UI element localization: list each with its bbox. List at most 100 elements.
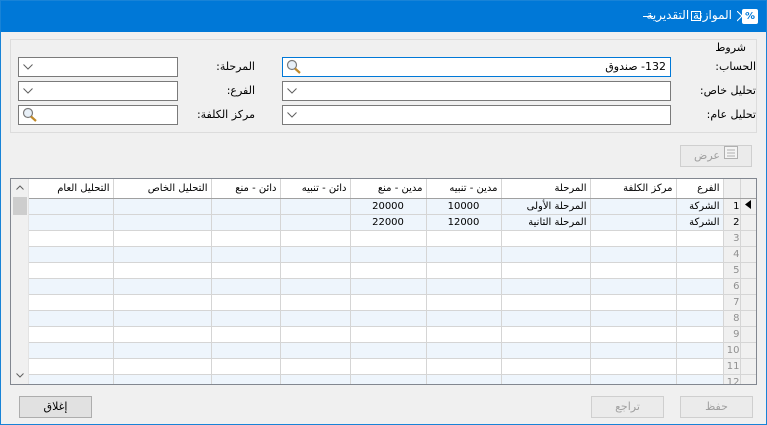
chevron-down-icon[interactable] [19,58,37,76]
table-cell[interactable] [590,262,677,279]
table-row[interactable]: 3 [29,230,756,247]
table-cell[interactable] [211,294,281,311]
table-cell[interactable] [676,358,724,375]
cell-stage[interactable]: المرحلة الأولى [501,198,591,215]
table-cell[interactable] [211,310,281,327]
column-header[interactable]: الفرع [676,179,724,199]
table-cell[interactable] [426,310,502,327]
column-header[interactable]: مدين - منع [350,179,427,199]
cell-branch[interactable]: الشركة [676,198,724,215]
table-cell[interactable] [590,342,677,359]
table-cell[interactable] [590,310,677,327]
undo-button[interactable]: تراجع [591,396,664,418]
table-cell[interactable] [211,326,281,343]
table-cell[interactable] [676,310,724,327]
table-cell[interactable] [211,358,281,375]
column-header[interactable]: التحليل العام [29,179,114,199]
table-cell[interactable] [426,294,502,311]
table-cell[interactable] [350,294,427,311]
table-cell[interactable] [501,278,591,295]
table-cell[interactable] [676,262,724,279]
table-cell[interactable] [280,342,351,359]
table-cell[interactable] [350,326,427,343]
table-row[interactable]: 4 [29,246,756,263]
table-cell[interactable] [426,342,502,359]
table-cell[interactable] [29,294,114,311]
table-cell[interactable] [590,230,677,247]
table-row[interactable]: 11 [29,358,756,375]
cell-stage[interactable]: المرحلة الثانية [501,214,591,231]
cell-general-analysis[interactable] [29,214,114,231]
table-cell[interactable] [211,246,281,263]
table-cell[interactable] [113,374,212,384]
table-cell[interactable] [29,310,114,327]
close-button[interactable]: إغلاق [19,396,92,418]
cell-credit-block[interactable] [211,214,281,231]
table-cell[interactable] [501,262,591,279]
chevron-down-icon[interactable] [19,82,37,100]
cell-debit-warn[interactable]: 12000 [426,214,502,231]
scroll-up-button[interactable] [11,179,29,196]
table-cell[interactable] [113,310,212,327]
table-cell[interactable] [501,310,591,327]
table-row[interactable]: 2 الشركة المرحلة الثانية 12000 22000 [29,214,756,231]
table-cell[interactable] [211,262,281,279]
table-row[interactable]: 10 [29,342,756,359]
table-cell[interactable] [280,374,351,384]
table-cell[interactable] [590,374,677,384]
table-cell[interactable] [426,358,502,375]
table-row[interactable]: 12 [29,374,756,384]
column-header[interactable]: مدين - تنبيه [426,179,502,199]
search-icon[interactable] [21,107,39,123]
budget-grid[interactable]: الفرع مركز الكلفة المرحلة مدين - تنبيه م… [10,178,757,385]
table-cell[interactable] [426,262,502,279]
table-cell[interactable] [350,262,427,279]
table-cell[interactable] [350,358,427,375]
table-cell[interactable] [501,230,591,247]
table-cell[interactable] [676,230,724,247]
minimize-button[interactable] [625,1,671,32]
general-analysis-combo[interactable] [282,105,671,125]
table-cell[interactable] [280,310,351,327]
table-cell[interactable] [590,294,677,311]
scroll-down-button[interactable] [11,367,29,384]
table-cell[interactable] [426,246,502,263]
table-cell[interactable] [113,278,212,295]
stage-combo[interactable] [18,57,178,77]
table-cell[interactable] [426,326,502,343]
table-cell[interactable] [29,374,114,384]
cell-debit-block[interactable]: 20000 [350,198,427,215]
chevron-down-icon[interactable] [283,82,301,100]
table-cell[interactable] [29,262,114,279]
table-cell[interactable] [350,374,427,384]
table-cell[interactable] [501,246,591,263]
search-icon[interactable] [285,59,303,75]
table-cell[interactable] [211,278,281,295]
cell-cost-center[interactable] [590,198,677,215]
column-header[interactable]: مركز الكلفة [590,179,677,199]
table-cell[interactable] [350,246,427,263]
table-cell[interactable] [350,342,427,359]
save-button[interactable]: حفظ [680,396,753,418]
table-cell[interactable] [29,326,114,343]
table-cell[interactable] [113,326,212,343]
cell-cost-center[interactable] [590,214,677,231]
table-cell[interactable] [29,358,114,375]
table-cell[interactable] [280,326,351,343]
table-cell[interactable] [211,230,281,247]
table-cell[interactable] [29,246,114,263]
table-cell[interactable] [590,246,677,263]
table-cell[interactable] [350,230,427,247]
table-cell[interactable] [211,374,281,384]
table-cell[interactable] [501,326,591,343]
table-cell[interactable] [426,230,502,247]
table-cell[interactable] [113,342,212,359]
vertical-scrollbar[interactable] [11,179,29,384]
chevron-down-icon[interactable] [283,106,301,124]
table-cell[interactable] [29,278,114,295]
table-cell[interactable] [280,278,351,295]
view-button[interactable]: عرض [680,145,752,167]
cell-credit-warn[interactable] [280,198,351,215]
table-cell[interactable] [280,262,351,279]
cell-credit-warn[interactable] [280,214,351,231]
